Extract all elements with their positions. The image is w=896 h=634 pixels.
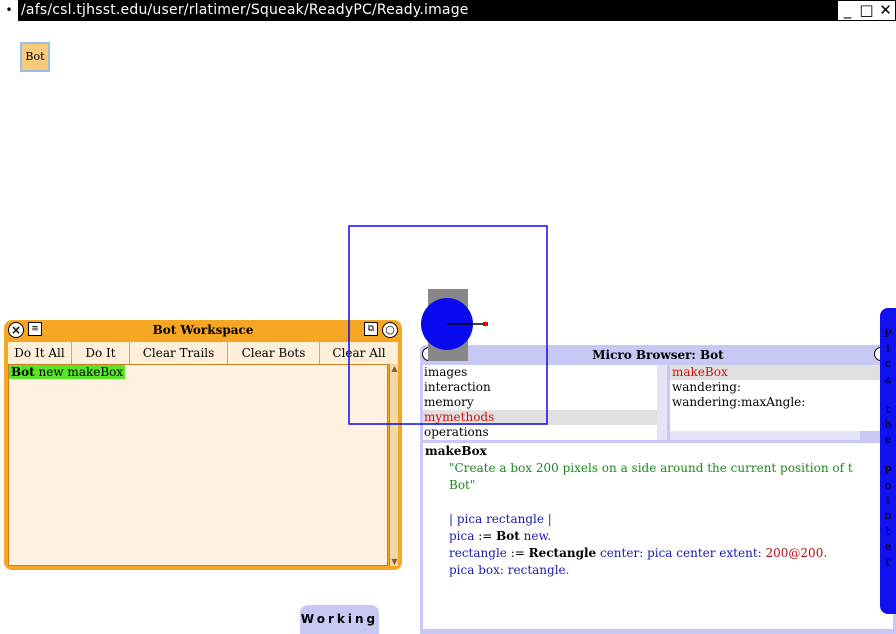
- pica-flap-label: P i c a t h e P o i n t e r: [884, 327, 892, 569]
- pica-the-pointer-flap-tab[interactable]: P i c a t h e P o i n t e r: [880, 308, 896, 614]
- morphic-canvas: [348, 225, 548, 425]
- working-flap-tab[interactable]: Working: [300, 605, 379, 634]
- bot-pen-tip: [483, 322, 488, 326]
